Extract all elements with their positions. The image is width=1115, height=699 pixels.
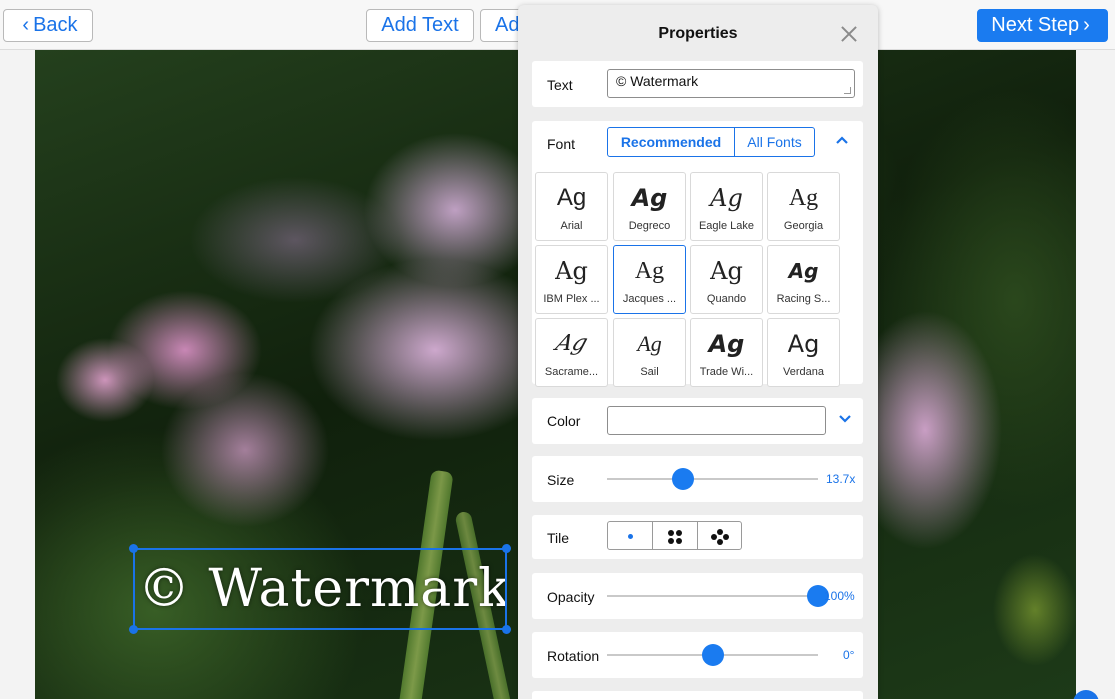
watermark-text-input[interactable]: © Watermark	[607, 69, 855, 98]
font-label: Font	[547, 136, 576, 152]
next-section	[532, 691, 863, 699]
font-option-trade-winds[interactable]: Ag Trade Wi...	[690, 318, 763, 387]
resize-handle-bottom-right[interactable]	[502, 625, 511, 634]
resize-handle-top-right[interactable]	[502, 544, 511, 553]
font-sample: Ag	[552, 331, 591, 356]
back-button-label: Back	[33, 14, 78, 36]
panel-title: Properties	[658, 25, 738, 42]
resize-grip-icon	[844, 87, 851, 94]
font-grid: Ag Arial Ag Degreco Ag Eagle Lake Ag Geo…	[535, 172, 845, 389]
font-sample: Ag	[637, 331, 662, 356]
properties-panel: Properties Text © Watermark Font Recomme…	[518, 5, 878, 699]
font-name: Georgia	[783, 220, 824, 232]
close-icon[interactable]	[838, 23, 860, 45]
watermark-text[interactable]: © Watermark	[135, 550, 505, 628]
four-dots-icon[interactable]	[653, 522, 698, 549]
font-sample: Ag	[634, 258, 665, 284]
rotation-section: Rotation 0°	[532, 632, 863, 678]
add-text-button-label: Add Text	[381, 14, 459, 36]
add-text-button[interactable]: Add Text	[366, 9, 474, 42]
text-section: Text © Watermark	[532, 61, 863, 107]
chevron-left-icon: ‹	[22, 14, 30, 36]
font-sample: Ag	[710, 257, 743, 285]
size-label: Size	[547, 472, 575, 488]
watermark-text-input-value: © Watermark	[616, 73, 699, 89]
tile-options	[607, 521, 742, 550]
size-section: Size 13.7x	[532, 456, 863, 502]
single-dot-icon[interactable]	[608, 522, 653, 549]
size-slider-track[interactable]	[607, 478, 818, 480]
opacity-section: Opacity 100%	[532, 573, 863, 619]
font-tabs: Recommended All Fonts	[607, 127, 815, 157]
tile-section: Tile	[532, 515, 863, 559]
text-label: Text	[547, 77, 573, 93]
font-sample: Ag	[708, 330, 745, 358]
rotation-value: 0°	[843, 648, 855, 662]
font-option-sacramento[interactable]: Ag Sacrame...	[535, 318, 608, 387]
font-name: Jacques ...	[622, 293, 677, 305]
chevron-down-icon[interactable]	[838, 414, 852, 424]
font-option-ibm-plex[interactable]: Ag IBM Plex ...	[535, 245, 608, 314]
font-name: Degreco	[628, 220, 671, 232]
font-sample: Ag	[788, 259, 819, 283]
font-option-arial[interactable]: Ag Arial	[535, 172, 608, 241]
next-step-button[interactable]: Next Step ›	[977, 9, 1108, 42]
tab-all-fonts[interactable]: All Fonts	[735, 128, 814, 156]
font-name: IBM Plex ...	[543, 293, 600, 305]
font-name: Eagle Lake	[698, 220, 755, 232]
chevron-right-icon: ›	[1083, 14, 1090, 36]
tile-label: Tile	[547, 530, 570, 546]
tab-recommended[interactable]: Recommended	[608, 128, 735, 156]
back-button[interactable]: ‹ Back	[3, 9, 93, 42]
font-sample: Ag	[788, 185, 819, 211]
font-sample: Ag	[787, 330, 820, 358]
next-step-button-label: Next Step	[991, 14, 1080, 36]
font-sample: Ag	[555, 257, 588, 285]
rotation-label: Rotation	[547, 648, 600, 664]
font-name: Racing S...	[776, 293, 831, 305]
resize-handle-top-left[interactable]	[129, 544, 138, 553]
font-option-jacques[interactable]: Ag Jacques ...	[613, 245, 686, 314]
font-option-verdana[interactable]: Ag Verdana	[767, 318, 840, 387]
font-name: Sail	[640, 366, 659, 378]
opacity-slider-track[interactable]	[607, 595, 818, 597]
font-sample: Ag	[710, 184, 743, 212]
help-button[interactable]	[1073, 690, 1099, 699]
font-name: Trade Wi...	[699, 366, 754, 378]
color-label: Color	[547, 413, 581, 429]
font-option-degreco[interactable]: Ag Degreco	[613, 172, 686, 241]
font-name: Verdana	[783, 366, 824, 378]
opacity-label: Opacity	[547, 589, 595, 605]
opacity-value: 100%	[824, 589, 855, 603]
add-second-button-label: Ad	[495, 14, 520, 36]
color-field[interactable]	[607, 406, 826, 435]
font-name: Quando	[706, 293, 747, 305]
font-sample: Ag	[556, 184, 587, 211]
font-option-sail[interactable]: Ag Sail	[613, 318, 686, 387]
five-dots-icon[interactable]	[698, 522, 741, 549]
font-name: Arial	[560, 220, 583, 232]
size-value: 13.7x	[826, 472, 856, 486]
size-slider-thumb[interactable]	[671, 468, 694, 490]
font-name: Sacrame...	[544, 366, 599, 378]
chevron-up-icon[interactable]	[835, 135, 849, 145]
font-option-georgia[interactable]: Ag Georgia	[767, 172, 840, 241]
font-option-eagle-lake[interactable]: Ag Eagle Lake	[690, 172, 763, 241]
rotation-slider-thumb[interactable]	[701, 644, 724, 666]
watermark-selection-box[interactable]: © Watermark	[133, 548, 507, 630]
font-sample: Ag	[631, 184, 668, 212]
resize-handle-bottom-left[interactable]	[129, 625, 138, 634]
font-option-quando[interactable]: Ag Quando	[690, 245, 763, 314]
color-section: Color	[532, 398, 863, 444]
font-option-racing-sans[interactable]: Ag Racing S...	[767, 245, 840, 314]
